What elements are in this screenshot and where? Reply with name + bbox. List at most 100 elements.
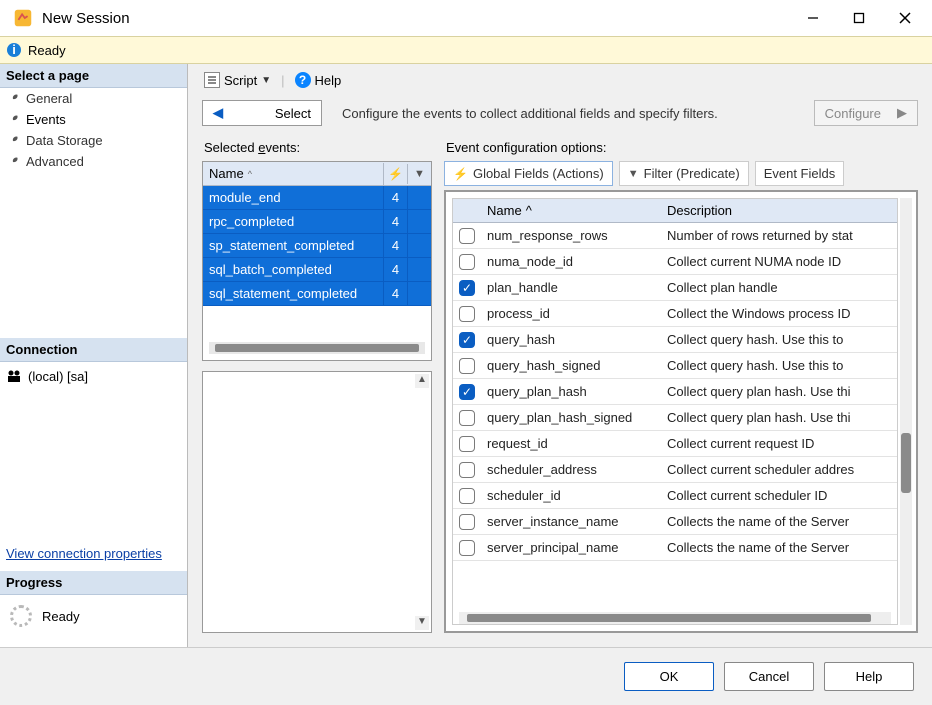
events-bolt-header[interactable]: ⚡: [383, 163, 407, 185]
config-row[interactable]: process_idCollect the Windows process ID: [453, 301, 897, 327]
tab-global-fields-actions-[interactable]: ⚡Global Fields (Actions): [444, 161, 613, 186]
page-item-general[interactable]: General: [0, 88, 187, 109]
field-description: Collect current request ID: [661, 436, 897, 451]
config-row[interactable]: numa_node_idCollect current NUMA node ID: [453, 249, 897, 275]
wizard-description: Configure the events to collect addition…: [342, 106, 794, 121]
field-name: server_instance_name: [481, 514, 661, 529]
description-box[interactable]: ▲ ▼: [202, 371, 432, 633]
config-row[interactable]: plan_handleCollect plan handle: [453, 275, 897, 301]
wizard-configure-button[interactable]: Configure ▶: [814, 100, 918, 126]
checkbox[interactable]: [459, 306, 475, 322]
checkbox[interactable]: [459, 514, 475, 530]
field-description: Collect current NUMA node ID: [661, 254, 897, 269]
checkbox[interactable]: [459, 436, 475, 452]
config-row[interactable]: query_hash_signedCollect query hash. Use…: [453, 353, 897, 379]
checkbox[interactable]: [459, 488, 475, 504]
view-connection-properties-link[interactable]: View connection properties: [0, 540, 187, 571]
help-icon: ?: [295, 72, 311, 88]
script-icon: [204, 72, 220, 88]
config-row[interactable]: query_plan_hashCollect query plan hash. …: [453, 379, 897, 405]
config-row[interactable]: query_hashCollect query hash. Use this t…: [453, 327, 897, 353]
svg-text:i: i: [12, 42, 16, 57]
field-name: query_plan_hash_signed: [481, 410, 661, 425]
page-item-data-storage[interactable]: Data Storage: [0, 130, 187, 151]
wizard-select-button[interactable]: ◀ Select: [202, 100, 322, 126]
sort-asc-icon: ^: [526, 203, 532, 218]
page-item-advanced[interactable]: Advanced: [0, 151, 187, 172]
checkbox[interactable]: [459, 540, 475, 556]
bolt-icon: ⚡: [388, 167, 403, 181]
info-icon: i: [6, 42, 22, 58]
selected-events-grid[interactable]: Name ^ ⚡ ▼ module_end4rpc_completed4sp_s…: [202, 161, 432, 361]
config-h-scrollbar[interactable]: [459, 612, 891, 624]
event-count: 4: [383, 210, 407, 233]
field-name: query_hash: [481, 332, 661, 347]
event-row[interactable]: sql_batch_completed4: [203, 258, 431, 282]
config-row[interactable]: server_principal_nameCollects the name o…: [453, 535, 897, 561]
field-name: query_hash_signed: [481, 358, 661, 373]
infobar-text: Ready: [28, 43, 66, 58]
minimize-button[interactable]: [790, 0, 836, 36]
config-row[interactable]: scheduler_addressCollect current schedul…: [453, 457, 897, 483]
event-row[interactable]: rpc_completed4: [203, 210, 431, 234]
funnel-icon: ▼: [414, 168, 425, 180]
checkbox[interactable]: [459, 410, 475, 426]
config-row[interactable]: scheduler_idCollect current scheduler ID: [453, 483, 897, 509]
scroll-down-button[interactable]: ▼: [415, 616, 429, 630]
field-description: Collect query plan hash. Use thi: [661, 384, 897, 399]
event-count: 4: [383, 234, 407, 257]
scroll-up-button[interactable]: ▲: [415, 374, 429, 388]
help-label: Help: [315, 73, 342, 88]
field-description: Collect current scheduler ID: [661, 488, 897, 503]
maximize-button[interactable]: [836, 0, 882, 36]
checkbox[interactable]: [459, 462, 475, 478]
config-tabs: ⚡Global Fields (Actions) ▼ Filter (Predica…: [444, 161, 918, 190]
events-name-header[interactable]: Name ^: [203, 162, 383, 185]
config-row[interactable]: request_idCollect current request ID: [453, 431, 897, 457]
events-filter-header[interactable]: ▼: [407, 164, 431, 184]
events-h-scrollbar[interactable]: [209, 342, 425, 354]
checkbox[interactable]: [459, 254, 475, 270]
config-row[interactable]: server_instance_nameCollects the name of…: [453, 509, 897, 535]
close-button[interactable]: [882, 0, 928, 36]
ok-button[interactable]: OK: [624, 662, 714, 691]
page-item-events[interactable]: Events: [0, 109, 187, 130]
script-button[interactable]: Script ▼: [200, 70, 275, 90]
tab-label: Global Fields (Actions): [473, 166, 604, 181]
event-config-panel: Event configuration options: ⚡Global Fie…: [444, 136, 918, 633]
field-name: scheduler_address: [481, 462, 661, 477]
event-row[interactable]: sp_statement_completed4: [203, 234, 431, 258]
field-name: num_response_rows: [481, 228, 661, 243]
tab-filter-predicate-[interactable]: ▼ Filter (Predicate): [619, 161, 749, 186]
field-description: Collect query plan hash. Use thi: [661, 410, 897, 425]
field-name: numa_node_id: [481, 254, 661, 269]
checkbox[interactable]: [459, 280, 475, 296]
event-row[interactable]: sql_statement_completed4: [203, 282, 431, 306]
event-name: sp_statement_completed: [203, 234, 383, 257]
field-description: Collect query hash. Use this to: [661, 332, 897, 347]
checkbox[interactable]: [459, 332, 475, 348]
config-name-header[interactable]: Name ^: [481, 199, 661, 222]
select-page-header: Select a page: [0, 64, 187, 88]
wrench-icon: [6, 113, 20, 127]
tab-event-fields[interactable]: Event Fields: [755, 161, 845, 186]
tab-label: Filter (Predicate): [644, 166, 740, 181]
config-row[interactable]: query_plan_hash_signedCollect query plan…: [453, 405, 897, 431]
checkbox[interactable]: [459, 384, 475, 400]
event-row[interactable]: module_end4: [203, 186, 431, 210]
config-desc-header[interactable]: Description: [661, 199, 897, 222]
field-description: Number of rows returned by stat: [661, 228, 897, 243]
event-name: sql_statement_completed: [203, 282, 383, 305]
config-v-scrollbar[interactable]: [900, 198, 912, 625]
config-row[interactable]: num_response_rowsNumber of rows returned…: [453, 223, 897, 249]
event-filter-cell: [407, 186, 431, 209]
checkbox[interactable]: [459, 228, 475, 244]
cancel-button[interactable]: Cancel: [724, 662, 814, 691]
dialog-footer: OK Cancel Help: [0, 647, 932, 705]
checkbox[interactable]: [459, 358, 475, 374]
wrench-icon: [6, 92, 20, 106]
funnel-icon: ▼: [628, 168, 639, 180]
help-button-footer[interactable]: Help: [824, 662, 914, 691]
left-pane: Select a page GeneralEventsData StorageA…: [0, 64, 188, 647]
help-button[interactable]: ? Help: [291, 70, 346, 90]
